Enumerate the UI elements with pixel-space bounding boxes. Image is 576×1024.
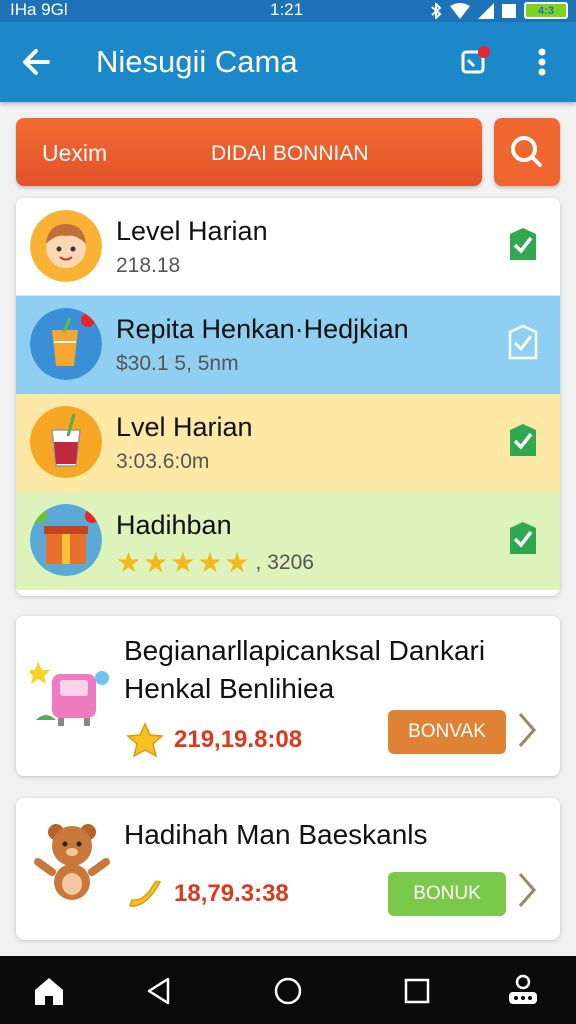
checkmark-icon[interactable] — [506, 226, 540, 262]
more-vert-icon[interactable] — [530, 46, 554, 80]
reward-claim-button[interactable]: BONVAK — [388, 710, 506, 754]
rating-stars: ★ ★ ★ ★ ★ , 3206 — [116, 546, 314, 579]
app-title: Niesugii Cama — [96, 44, 298, 79]
banner-center-label: DIDAI BONNIAN — [211, 142, 369, 165]
juice-cup-icon — [30, 308, 102, 380]
cart-badge-icon[interactable] — [460, 46, 490, 76]
drink-glass-icon — [30, 406, 102, 478]
girl-face-icon — [30, 210, 102, 282]
banner-left-label: Uexim — [42, 140, 108, 166]
back-arrow-icon[interactable] — [18, 44, 54, 80]
promo-banner[interactable]: Uexim DIDAI BONNIAN — [16, 118, 482, 186]
home-icon[interactable] — [32, 974, 66, 1008]
checkmark-icon[interactable] — [506, 422, 540, 458]
task-subtitle: $30.1 5, 5nm — [116, 352, 239, 375]
chevron-right-icon[interactable] — [514, 870, 540, 910]
notification-square-icon — [502, 3, 516, 18]
reward-title-line2: Henkal Benlihiea — [124, 673, 335, 704]
star-icon: ★ — [224, 547, 250, 578]
teddy-bear-icon — [34, 824, 110, 900]
search-button[interactable] — [494, 118, 560, 186]
signal-icon — [478, 2, 494, 19]
profile-menu-icon[interactable] — [506, 974, 540, 1008]
toy-machine-icon — [30, 662, 109, 726]
search-icon — [511, 136, 542, 167]
status-bar: IHa 9Gl 1:21 4:3 — [0, 0, 576, 22]
banana-icon — [128, 880, 162, 907]
reward-bonus-button[interactable]: BONUK — [388, 872, 506, 916]
reward-title-line1: Hadihah Man Baeskanls — [124, 819, 428, 850]
task-title: Level Harian — [116, 216, 268, 246]
reward-amount: 219,19.8:08 — [174, 726, 303, 753]
battery-icon: 4:3 — [524, 2, 568, 19]
task-title: Hadihban — [116, 510, 232, 540]
home-circle-icon[interactable] — [271, 974, 305, 1008]
task-subtitle: , 3206 — [255, 550, 314, 574]
gift-box-icon — [30, 504, 102, 576]
system-nav-bar — [0, 956, 576, 1024]
reward-title-line1: Begianarllapicanksal Dankari — [124, 635, 486, 666]
task-subtitle: 3:03.6:0m — [116, 450, 210, 473]
reward-amount: 18,79.3:38 — [174, 880, 289, 907]
star-icon: ★ — [170, 547, 196, 578]
daily-task-list: Level Harian 218.18 Repita Henkan·Hedjki… — [16, 198, 560, 596]
status-time: 1:21 — [270, 0, 304, 19]
task-row[interactable]: Level Harian 218.18 — [16, 198, 560, 296]
status-network-text: IHa 9Gl — [10, 0, 68, 19]
back-triangle-icon[interactable] — [142, 974, 176, 1008]
reward-card[interactable]: Hadihah Man Baeskanls 18,79.3:38 BONUK — [16, 798, 560, 940]
task-row[interactable]: Repita Henkan·Hedjkian $30.1 5, 5nm — [16, 296, 560, 394]
chevron-right-icon[interactable] — [514, 710, 540, 750]
status-icons: 4:3 — [430, 2, 568, 19]
star-icon: ★ — [197, 547, 223, 578]
task-row[interactable]: Lvel Harian 3:03.6:0m — [16, 394, 560, 492]
checkmark-icon[interactable] — [506, 520, 540, 556]
wifi-icon — [450, 2, 470, 19]
task-title: Repita Henkan·Hedjkian — [116, 314, 409, 344]
bluetooth-icon — [431, 2, 442, 19]
star-icon: ★ — [116, 547, 142, 578]
checkmark-outline-icon[interactable] — [506, 324, 540, 360]
task-row[interactable]: Hadihban ★ ★ ★ ★ ★ , 3206 — [16, 492, 560, 590]
recents-square-icon[interactable] — [400, 974, 434, 1008]
star-coin-icon — [126, 722, 164, 758]
task-title: Lvel Harian — [116, 412, 253, 442]
task-subtitle: 218.18 — [116, 254, 181, 277]
star-icon: ★ — [143, 547, 169, 578]
app-bar: Niesugii Cama — [0, 22, 576, 102]
reward-card[interactable]: Begianarllapicanksal Dankari Henkal Benl… — [16, 616, 560, 776]
